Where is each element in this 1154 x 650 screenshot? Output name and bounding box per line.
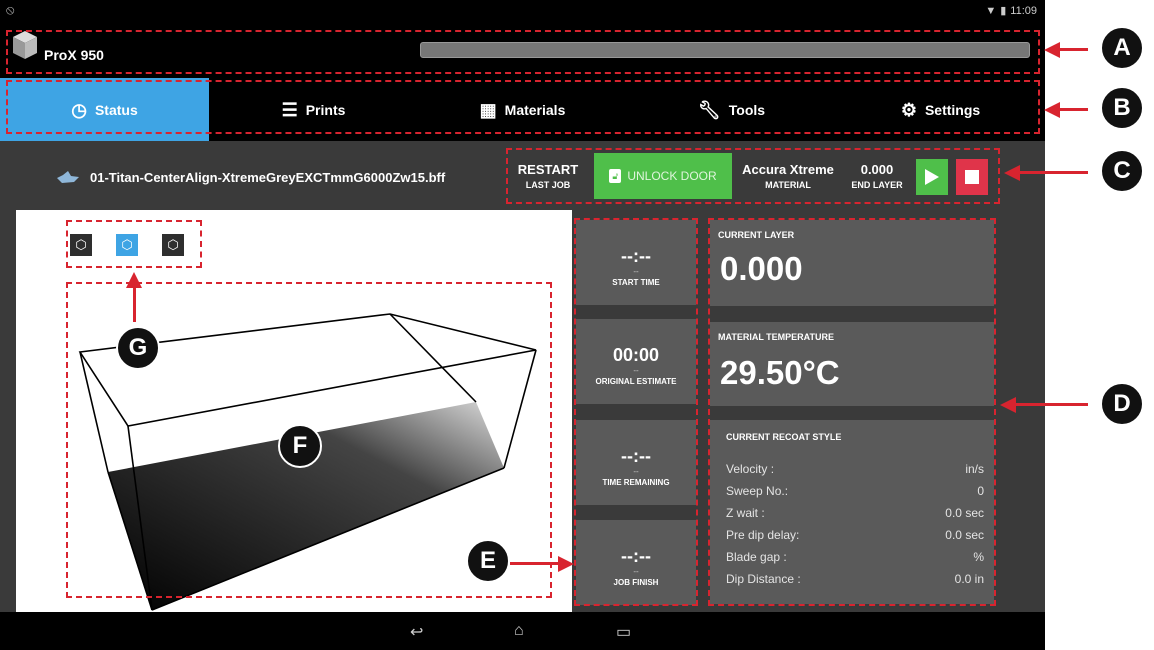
callout-g: G [116, 326, 160, 370]
annotation-box-d [708, 218, 996, 606]
figure: ⦸ ▼ ▮ 11:09 ProX 950 ◷ Status ☰ Prints ▦… [0, 0, 1154, 650]
arrow-e [510, 562, 562, 565]
annotation-box-a [6, 30, 1040, 74]
job-filename: 01-Titan-CenterAlign-XtremeGreyEXCTmmG60… [90, 169, 446, 185]
arrow-d [1014, 403, 1088, 406]
callout-d: D [1100, 382, 1144, 426]
job-file[interactable]: 01-Titan-CenterAlign-XtremeGreyEXCTmmG60… [56, 169, 445, 185]
wifi-icon: ▼ [985, 4, 997, 17]
arrowhead-a [1044, 42, 1060, 58]
recent-apps-icon[interactable]: ▭ [616, 622, 631, 642]
arrow-a [1058, 48, 1088, 51]
arrowhead-g [126, 272, 142, 288]
part-thumbnail-icon [57, 171, 79, 183]
arrowhead-e [558, 556, 574, 572]
arrow-b [1058, 108, 1088, 111]
arrow-g [133, 288, 136, 322]
arrowhead-b [1044, 102, 1060, 118]
status-bar: ⦸ ▼ ▮ 11:09 [0, 0, 1045, 22]
annotation-box-e [574, 218, 698, 606]
callout-e: E [466, 539, 510, 583]
arrowhead-c [1004, 165, 1020, 181]
back-icon[interactable]: ↩ [410, 622, 423, 642]
callout-c: C [1100, 149, 1144, 193]
callout-f: F [278, 424, 322, 468]
home-icon[interactable]: ⌂ [514, 622, 524, 640]
battery-icon: ▮ [1000, 5, 1007, 17]
android-nav-bar: ↩ ⌂ ▭ [0, 612, 1045, 650]
no-sim-icon: ⦸ [6, 2, 15, 17]
arrowhead-d [1000, 397, 1016, 413]
callout-a: A [1100, 26, 1144, 70]
clock-time: 11:09 [1010, 4, 1037, 17]
arrow-c [1018, 171, 1088, 174]
annotation-box-g [66, 220, 202, 268]
annotation-box-c [506, 148, 1000, 204]
annotation-box-b [6, 80, 1040, 134]
callout-b: B [1100, 86, 1144, 130]
